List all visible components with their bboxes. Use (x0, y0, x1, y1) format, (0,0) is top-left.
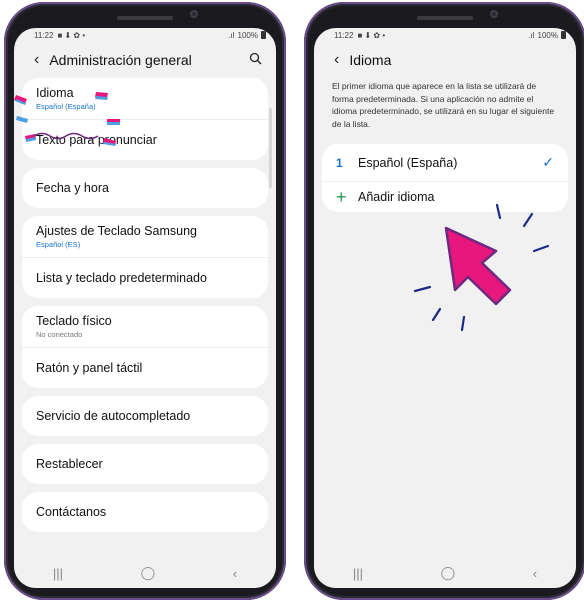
setting-teclado-samsung[interactable]: Ajustes de Teclado Samsung Español (ES) (22, 216, 268, 257)
setting-lista-teclado[interactable]: Lista y teclado predeterminado (22, 257, 268, 298)
back-arrow-icon[interactable]: ‹ (34, 51, 39, 69)
app-bar: ‹ Idioma (314, 42, 576, 78)
status-time: 11:22 (334, 30, 354, 40)
phone-left: 11:22 ■ ⬇ ✿ • .ıl 100% ‹ Administración … (4, 2, 286, 600)
front-camera (190, 10, 198, 18)
battery-icon (261, 31, 266, 39)
language-name: Español (España) (358, 155, 458, 170)
back-button[interactable]: ‹ (533, 566, 537, 581)
setting-title: Restablecer (36, 457, 103, 471)
setting-title: Ratón y panel táctil (36, 361, 143, 375)
setting-texto-pronunciar[interactable]: Texto para pronunciar (22, 119, 268, 160)
settings-screen: 11:22 ■ ⬇ ✿ • .ıl 100% ‹ Administración … (14, 28, 276, 588)
setting-restablecer[interactable]: Restablecer (22, 444, 268, 484)
setting-teclado-fisico[interactable]: Teclado físico No conectado (22, 306, 268, 347)
add-language-button[interactable]: + Añadir idioma (322, 181, 568, 212)
language-screen: 11:22 ■ ⬇ ✿ • .ıl 100% ‹ Idioma El prime… (314, 28, 576, 588)
phone-right: 11:22 ■ ⬇ ✿ • .ıl 100% ‹ Idioma El prime… (304, 2, 584, 600)
setting-autocompletado[interactable]: Servicio de autocompletado (22, 396, 268, 436)
speaker-grille (417, 16, 473, 20)
status-icons: ■ ⬇ ✿ • (357, 30, 386, 40)
back-button[interactable]: ‹ (233, 566, 237, 581)
setting-idioma[interactable]: Idioma Español (España) (22, 78, 268, 119)
setting-title: Lista y teclado predeterminado (36, 271, 207, 285)
add-language-label: Añadir idioma (358, 190, 435, 204)
battery-percent: 100% (537, 30, 558, 40)
setting-contactanos[interactable]: Contáctanos (22, 492, 268, 532)
setting-title: Teclado físico (36, 314, 112, 328)
status-icons: ■ ⬇ ✿ • (57, 30, 86, 40)
language-description: El primer idioma que aparece en la lista… (332, 81, 555, 129)
setting-subtitle: No conectado (36, 330, 83, 339)
card-teclado: Ajustes de Teclado Samsung Español (ES) … (22, 216, 268, 298)
setting-title: Servicio de autocompletado (36, 409, 191, 423)
home-button[interactable]: ◯ (141, 565, 156, 581)
signal-icon: .ıl (528, 30, 535, 40)
speaker-grille (117, 16, 173, 20)
front-camera (490, 10, 498, 18)
setting-title: Ajustes de Teclado Samsung (36, 224, 197, 238)
battery-percent: 100% (237, 30, 258, 40)
back-arrow-icon[interactable]: ‹ (334, 51, 339, 69)
setting-fecha-hora[interactable]: Fecha y hora (22, 168, 268, 208)
signal-icon: .ıl (228, 30, 235, 40)
status-time: 11:22 (34, 30, 54, 40)
scrollbar[interactable] (269, 108, 272, 188)
page-title: Idioma (349, 52, 392, 68)
app-bar: ‹ Administración general (14, 42, 276, 78)
setting-title: Contáctanos (36, 505, 107, 519)
card-fecha: Fecha y hora (22, 168, 268, 208)
setting-subtitle: Español (ES) (36, 240, 81, 249)
plus-icon: + (336, 187, 347, 207)
search-icon[interactable] (249, 52, 262, 68)
card-language: Idioma Español (España) Texto para pronu… (22, 78, 268, 160)
recents-button[interactable]: ||| (353, 566, 363, 581)
navigation-bar: ||| ◯ ‹ (314, 558, 576, 588)
page-title: Administración general (49, 52, 192, 68)
card-contactanos: Contáctanos (22, 492, 268, 532)
recents-button[interactable]: ||| (53, 566, 63, 581)
battery-icon (561, 31, 566, 39)
language-list: 1 Español (España) ✓ + Añadir idioma (322, 144, 568, 212)
home-button[interactable]: ◯ (441, 565, 456, 581)
card-teclado-fisico: Teclado físico No conectado Ratón y pane… (22, 306, 268, 388)
setting-title: Fecha y hora (36, 181, 109, 195)
setting-title: Texto para pronunciar (36, 133, 157, 147)
setting-subtitle: Español (España) (36, 102, 96, 111)
status-bar: 11:22 ■ ⬇ ✿ • .ıl 100% (314, 28, 576, 42)
card-autocompletado: Servicio de autocompletado (22, 396, 268, 436)
status-bar: 11:22 ■ ⬇ ✿ • .ıl 100% (14, 28, 276, 42)
setting-title: Idioma (36, 86, 74, 100)
card-restablecer: Restablecer (22, 444, 268, 484)
language-item[interactable]: 1 Español (España) ✓ (322, 144, 568, 181)
setting-raton-panel[interactable]: Ratón y panel táctil (22, 347, 268, 388)
navigation-bar: ||| ◯ ‹ (14, 558, 276, 588)
check-icon: ✓ (542, 154, 554, 170)
language-order: 1 (336, 155, 343, 170)
